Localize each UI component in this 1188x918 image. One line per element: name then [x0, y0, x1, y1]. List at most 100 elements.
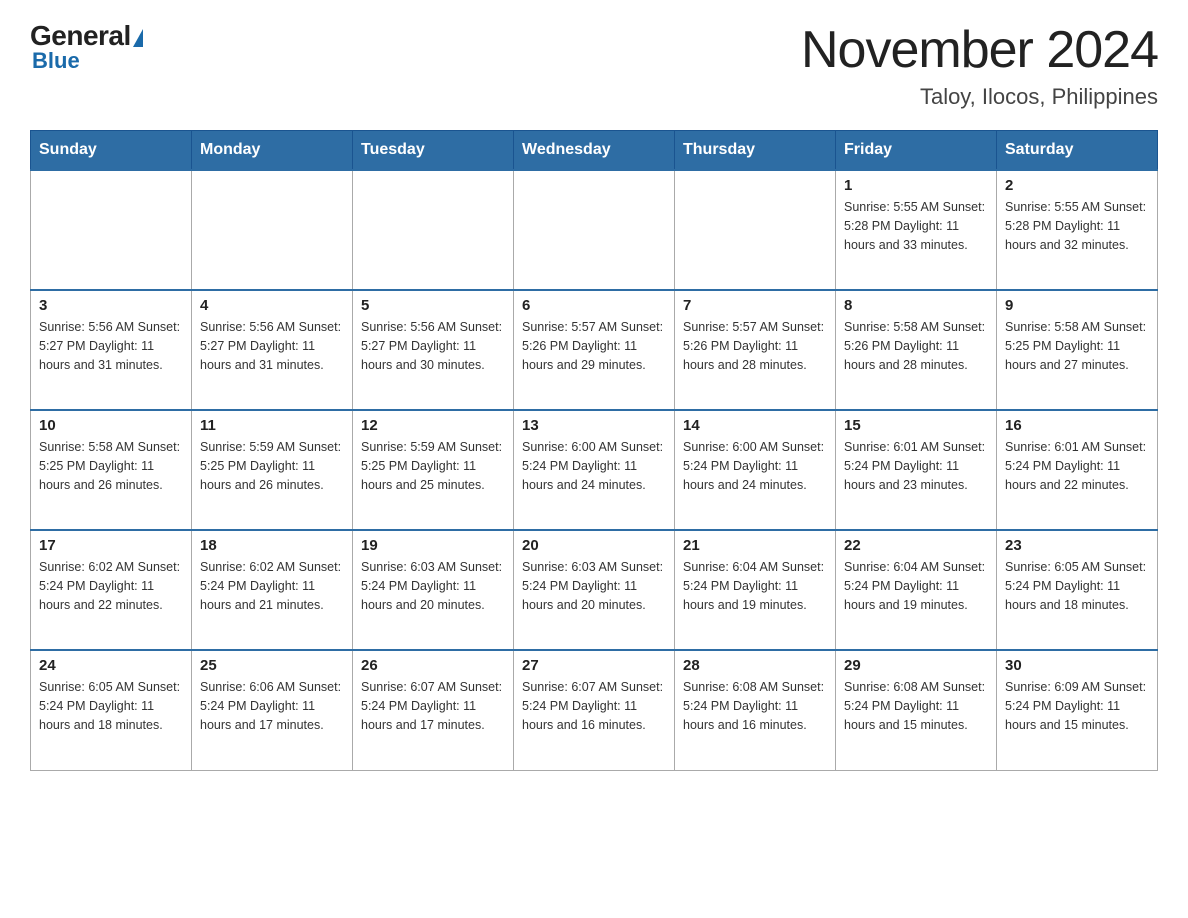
day-info: Sunrise: 6:09 AM Sunset: 5:24 PM Dayligh…: [1005, 678, 1149, 734]
calendar-day-cell: 10 Sunrise: 5:58 AM Sunset: 5:25 PM Dayli…: [31, 410, 192, 530]
day-info: Sunrise: 6:08 AM Sunset: 5:24 PM Dayligh…: [844, 678, 988, 734]
weekday-header-tuesday: Tuesday: [353, 131, 514, 171]
day-info: Sunrise: 6:02 AM Sunset: 5:24 PM Dayligh…: [39, 558, 183, 614]
day-number: 14: [683, 417, 827, 434]
day-info: Sunrise: 5:56 AM Sunset: 5:27 PM Dayligh…: [200, 318, 344, 374]
calendar-day-cell: 9 Sunrise: 5:58 AM Sunset: 5:25 PM Daylig…: [997, 290, 1158, 410]
calendar-week-row: 17 Sunrise: 6:02 AM Sunset: 5:24 PM Dayli…: [31, 530, 1158, 650]
day-number: 7: [683, 297, 827, 314]
logo-blue-text: Blue: [32, 48, 80, 74]
calendar-day-cell: 26 Sunrise: 6:07 AM Sunset: 5:24 PM Dayli…: [353, 650, 514, 770]
calendar-day-cell: 23Sunrise: 6:05 AM Sunset: 5:24 PM Dayli…: [997, 530, 1158, 650]
day-info: Sunrise: 5:55 AM Sunset: 5:28 PM Dayligh…: [844, 198, 988, 254]
calendar-day-cell: 7 Sunrise: 5:57 AM Sunset: 5:26 PM Daylig…: [675, 290, 836, 410]
day-info: Sunrise: 6:05 AM Sunset: 5:24 PM Dayligh…: [39, 678, 183, 734]
day-number: 17: [39, 537, 183, 554]
calendar-day-cell: 28 Sunrise: 6:08 AM Sunset: 5:24 PM Dayli…: [675, 650, 836, 770]
day-info: Sunrise: 5:58 AM Sunset: 5:25 PM Dayligh…: [1005, 318, 1149, 374]
calendar-week-row: 3 Sunrise: 5:56 AM Sunset: 5:27 PM Daylig…: [31, 290, 1158, 410]
day-number: 1: [844, 177, 988, 194]
calendar-day-cell: [353, 170, 514, 290]
day-number: 18: [200, 537, 344, 554]
day-number: 6: [522, 297, 666, 314]
calendar-week-row: 1 Sunrise: 5:55 AM Sunset: 5:28 PM Daylig…: [31, 170, 1158, 290]
calendar-day-cell: 1 Sunrise: 5:55 AM Sunset: 5:28 PM Daylig…: [836, 170, 997, 290]
calendar-table: SundayMondayTuesdayWednesdayThursdayFrid…: [30, 130, 1158, 771]
calendar-day-cell: 6 Sunrise: 5:57 AM Sunset: 5:26 PM Daylig…: [514, 290, 675, 410]
day-number: 10: [39, 417, 183, 434]
weekday-header-thursday: Thursday: [675, 131, 836, 171]
day-info: Sunrise: 6:01 AM Sunset: 5:24 PM Dayligh…: [844, 438, 988, 494]
calendar-header: SundayMondayTuesdayWednesdayThursdayFrid…: [31, 131, 1158, 171]
calendar-body: 1 Sunrise: 5:55 AM Sunset: 5:28 PM Daylig…: [31, 170, 1158, 770]
day-number: 20: [522, 537, 666, 554]
day-number: 28: [683, 657, 827, 674]
calendar-day-cell: 12 Sunrise: 5:59 AM Sunset: 5:25 PM Dayli…: [353, 410, 514, 530]
calendar-day-cell: 22 Sunrise: 6:04 AM Sunset: 5:24 PM Dayli…: [836, 530, 997, 650]
day-number: 19: [361, 537, 505, 554]
weekday-header-friday: Friday: [836, 131, 997, 171]
day-number: 9: [1005, 297, 1149, 314]
day-info: Sunrise: 5:57 AM Sunset: 5:26 PM Dayligh…: [683, 318, 827, 374]
day-number: 15: [844, 417, 988, 434]
day-info: Sunrise: 6:01 AM Sunset: 5:24 PM Dayligh…: [1005, 438, 1149, 494]
day-number: 16: [1005, 417, 1149, 434]
calendar-day-cell: 11Sunrise: 5:59 AM Sunset: 5:25 PM Dayli…: [192, 410, 353, 530]
day-number: 22: [844, 537, 988, 554]
weekday-header-monday: Monday: [192, 131, 353, 171]
logo-triangle-icon: [133, 29, 143, 47]
day-info: Sunrise: 6:07 AM Sunset: 5:24 PM Dayligh…: [522, 678, 666, 734]
day-number: 3: [39, 297, 183, 314]
logo: General Blue: [30, 20, 143, 74]
month-year-title: November 2024: [801, 20, 1158, 80]
day-number: 4: [200, 297, 344, 314]
day-number: 26: [361, 657, 505, 674]
weekday-header-sunday: Sunday: [31, 131, 192, 171]
day-info: Sunrise: 6:06 AM Sunset: 5:24 PM Dayligh…: [200, 678, 344, 734]
calendar-day-cell: 13Sunrise: 6:00 AM Sunset: 5:24 PM Dayli…: [514, 410, 675, 530]
weekday-header-row: SundayMondayTuesdayWednesdayThursdayFrid…: [31, 131, 1158, 171]
calendar-day-cell: 3 Sunrise: 5:56 AM Sunset: 5:27 PM Daylig…: [31, 290, 192, 410]
day-info: Sunrise: 5:58 AM Sunset: 5:25 PM Dayligh…: [39, 438, 183, 494]
day-info: Sunrise: 6:08 AM Sunset: 5:24 PM Dayligh…: [683, 678, 827, 734]
day-number: 12: [361, 417, 505, 434]
calendar-day-cell: 5 Sunrise: 5:56 AM Sunset: 5:27 PM Daylig…: [353, 290, 514, 410]
day-info: Sunrise: 6:03 AM Sunset: 5:24 PM Dayligh…: [522, 558, 666, 614]
day-info: Sunrise: 5:56 AM Sunset: 5:27 PM Dayligh…: [361, 318, 505, 374]
day-number: 2: [1005, 177, 1149, 194]
calendar-week-row: 24 Sunrise: 6:05 AM Sunset: 5:24 PM Dayli…: [31, 650, 1158, 770]
day-number: 25: [200, 657, 344, 674]
calendar-day-cell: 4 Sunrise: 5:56 AM Sunset: 5:27 PM Daylig…: [192, 290, 353, 410]
day-number: 11: [200, 417, 344, 434]
day-info: Sunrise: 6:07 AM Sunset: 5:24 PM Dayligh…: [361, 678, 505, 734]
page-header: General Blue November 2024 Taloy, Ilocos…: [30, 20, 1158, 110]
calendar-day-cell: 16 Sunrise: 6:01 AM Sunset: 5:24 PM Dayli…: [997, 410, 1158, 530]
calendar-day-cell: 2Sunrise: 5:55 AM Sunset: 5:28 PM Daylig…: [997, 170, 1158, 290]
weekday-header-saturday: Saturday: [997, 131, 1158, 171]
day-number: 5: [361, 297, 505, 314]
calendar-day-cell: 30Sunrise: 6:09 AM Sunset: 5:24 PM Dayli…: [997, 650, 1158, 770]
day-number: 13: [522, 417, 666, 434]
day-info: Sunrise: 5:58 AM Sunset: 5:26 PM Dayligh…: [844, 318, 988, 374]
calendar-day-cell: 24 Sunrise: 6:05 AM Sunset: 5:24 PM Dayli…: [31, 650, 192, 770]
calendar-day-cell: 25 Sunrise: 6:06 AM Sunset: 5:24 PM Dayli…: [192, 650, 353, 770]
calendar-day-cell: 27Sunrise: 6:07 AM Sunset: 5:24 PM Dayli…: [514, 650, 675, 770]
calendar-day-cell: 18 Sunrise: 6:02 AM Sunset: 5:24 PM Dayli…: [192, 530, 353, 650]
day-info: Sunrise: 6:04 AM Sunset: 5:24 PM Dayligh…: [683, 558, 827, 614]
calendar-day-cell: 14Sunrise: 6:00 AM Sunset: 5:24 PM Dayli…: [675, 410, 836, 530]
day-info: Sunrise: 5:59 AM Sunset: 5:25 PM Dayligh…: [361, 438, 505, 494]
weekday-header-wednesday: Wednesday: [514, 131, 675, 171]
day-info: Sunrise: 5:57 AM Sunset: 5:26 PM Dayligh…: [522, 318, 666, 374]
day-number: 23: [1005, 537, 1149, 554]
day-info: Sunrise: 5:56 AM Sunset: 5:27 PM Dayligh…: [39, 318, 183, 374]
day-info: Sunrise: 6:02 AM Sunset: 5:24 PM Dayligh…: [200, 558, 344, 614]
calendar-day-cell: 15 Sunrise: 6:01 AM Sunset: 5:24 PM Dayli…: [836, 410, 997, 530]
location-subtitle: Taloy, Ilocos, Philippines: [801, 84, 1158, 110]
day-number: 24: [39, 657, 183, 674]
calendar-day-cell: 20 Sunrise: 6:03 AM Sunset: 5:24 PM Dayli…: [514, 530, 675, 650]
day-info: Sunrise: 6:04 AM Sunset: 5:24 PM Dayligh…: [844, 558, 988, 614]
day-number: 21: [683, 537, 827, 554]
day-info: Sunrise: 6:03 AM Sunset: 5:24 PM Dayligh…: [361, 558, 505, 614]
title-block: November 2024 Taloy, Ilocos, Philippines: [801, 20, 1158, 110]
calendar-day-cell: [675, 170, 836, 290]
